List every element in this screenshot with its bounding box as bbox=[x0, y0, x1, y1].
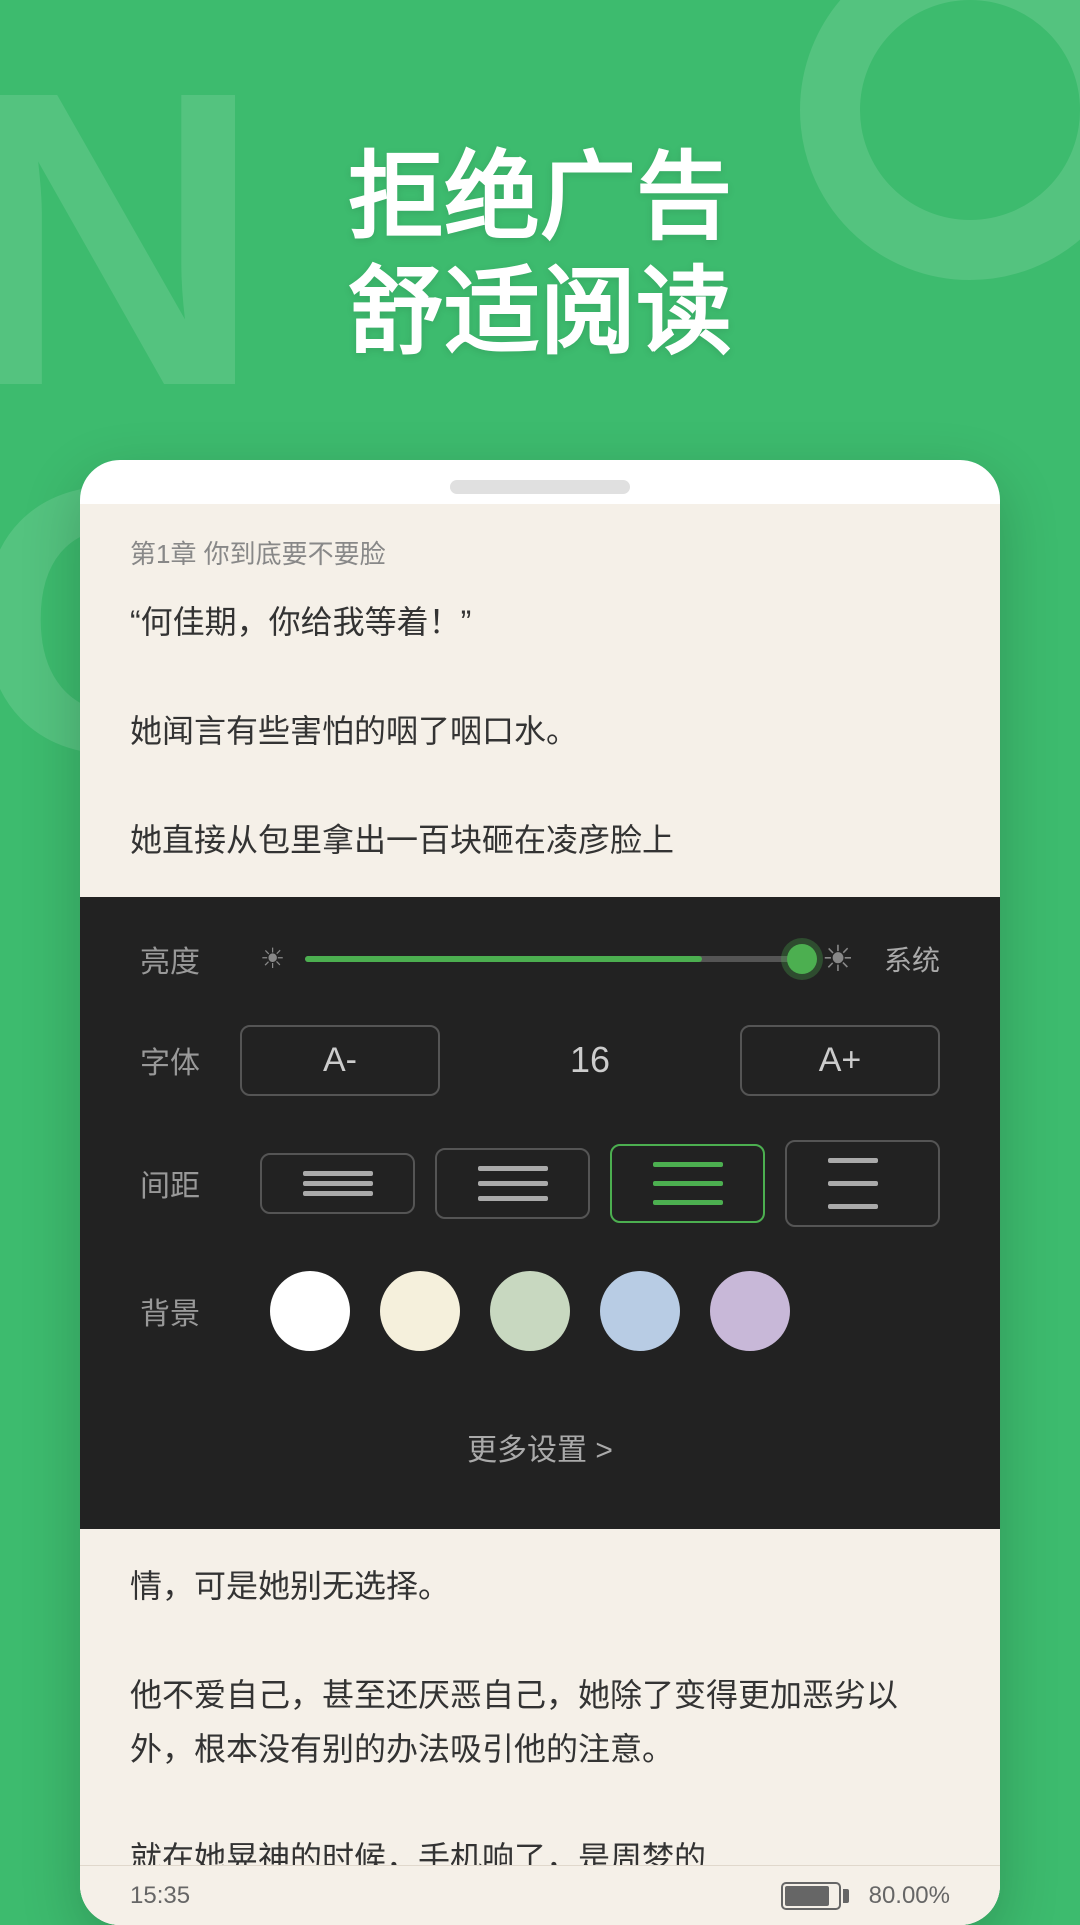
bg-color-purple[interactable] bbox=[710, 1271, 790, 1351]
spacing-line bbox=[653, 1181, 723, 1186]
battery-fill bbox=[785, 1886, 830, 1906]
spacing-lines-3 bbox=[653, 1162, 723, 1205]
spacing-lines-1 bbox=[303, 1171, 373, 1196]
font-row: 字体 A- 16 A+ bbox=[140, 1025, 940, 1096]
reading-text-bottom: 情，可是她别无选择。 他不爱自己，甚至还厌恶自己，她除了变得更加恶劣以外，根本没… bbox=[130, 1559, 950, 1885]
brightness-row: 亮度 ☀ ☀ 系统 bbox=[140, 937, 940, 981]
chapter-title: 第1章 你到底要不要脸 bbox=[130, 534, 950, 571]
brightness-label: 亮度 bbox=[140, 937, 240, 981]
reading-content-top: 第1章 你到底要不要脸 “何佳期，你给我等着！” 她闻言有些害怕的咽了咽口水。 … bbox=[80, 504, 1000, 897]
spacing-line bbox=[828, 1181, 878, 1186]
brightness-fill bbox=[305, 956, 702, 962]
sun-icon-large: ☀ bbox=[822, 938, 854, 980]
bg-color-green[interactable] bbox=[490, 1271, 570, 1351]
phone-mockup: 第1章 你到底要不要脸 “何佳期，你给我等着！” 她闻言有些害怕的咽了咽口水。 … bbox=[80, 460, 1000, 1925]
phone-topbar bbox=[80, 460, 1000, 504]
spacing-line bbox=[478, 1196, 548, 1201]
settings-panel: 亮度 ☀ ☀ 系统 字体 A- 16 A+ 间距 bbox=[80, 897, 1000, 1529]
font-label: 字体 bbox=[140, 1038, 240, 1082]
brightness-slider-wrap: ☀ ☀ bbox=[260, 938, 854, 980]
spacing-line bbox=[828, 1204, 878, 1209]
spacing-btn-3[interactable] bbox=[610, 1144, 765, 1223]
phone-notch bbox=[450, 480, 630, 494]
spacing-label: 间距 bbox=[140, 1161, 240, 1205]
sys-label: 系统 bbox=[884, 939, 940, 979]
spacing-lines-4 bbox=[828, 1158, 898, 1209]
reading-text: “何佳期，你给我等着！” 她闻言有些害怕的咽了咽口水。 她直接从包里拿出一百块砸… bbox=[130, 595, 950, 867]
reading-content-bottom: 情，可是她别无选择。 他不爱自己，甚至还厌恶自己，她除了变得更加恶劣以外，根本没… bbox=[80, 1529, 1000, 1925]
status-percent: 80.00% bbox=[869, 1882, 950, 1910]
spacing-row: 间距 bbox=[140, 1140, 940, 1227]
spacing-line bbox=[303, 1181, 373, 1186]
spacing-line bbox=[653, 1162, 723, 1167]
bg-row: 背景 bbox=[140, 1271, 940, 1351]
status-time: 15:35 bbox=[130, 1882, 190, 1910]
font-decrease-button[interactable]: A- bbox=[240, 1025, 440, 1096]
battery-body bbox=[781, 1882, 841, 1910]
spacing-line bbox=[478, 1166, 548, 1171]
spacing-btn-2[interactable] bbox=[435, 1148, 590, 1219]
battery-tip bbox=[843, 1889, 849, 1903]
bg-color-white[interactable] bbox=[270, 1271, 350, 1351]
spacing-line bbox=[478, 1181, 548, 1186]
spacing-line bbox=[828, 1158, 878, 1163]
hero-section: 拒绝广告 舒适阅读 bbox=[0, 140, 1080, 370]
sun-icon-small: ☀ bbox=[260, 942, 285, 975]
spacing-line bbox=[653, 1200, 723, 1205]
font-increase-button[interactable]: A+ bbox=[740, 1025, 940, 1096]
status-bar: 15:35 80.00% bbox=[80, 1865, 1000, 1925]
spacing-line bbox=[303, 1191, 373, 1196]
bg-color-cream[interactable] bbox=[380, 1271, 460, 1351]
font-size-value: 16 bbox=[440, 1039, 740, 1081]
more-settings-section: 更多设置 > bbox=[140, 1395, 940, 1479]
brightness-track[interactable] bbox=[305, 956, 802, 962]
spacing-line bbox=[303, 1171, 373, 1176]
brightness-thumb[interactable] bbox=[787, 944, 817, 974]
hero-title: 拒绝广告 舒适阅读 bbox=[0, 140, 1080, 370]
more-settings-link[interactable]: 更多设置 > bbox=[467, 1434, 613, 1467]
status-battery: 80.00% bbox=[781, 1882, 950, 1910]
spacing-btn-4[interactable] bbox=[785, 1140, 940, 1227]
bg-color-blue[interactable] bbox=[600, 1271, 680, 1351]
spacing-lines-2 bbox=[478, 1166, 548, 1201]
bg-label: 背景 bbox=[140, 1289, 240, 1333]
battery-bar bbox=[781, 1882, 849, 1910]
spacing-btn-1[interactable] bbox=[260, 1153, 415, 1214]
